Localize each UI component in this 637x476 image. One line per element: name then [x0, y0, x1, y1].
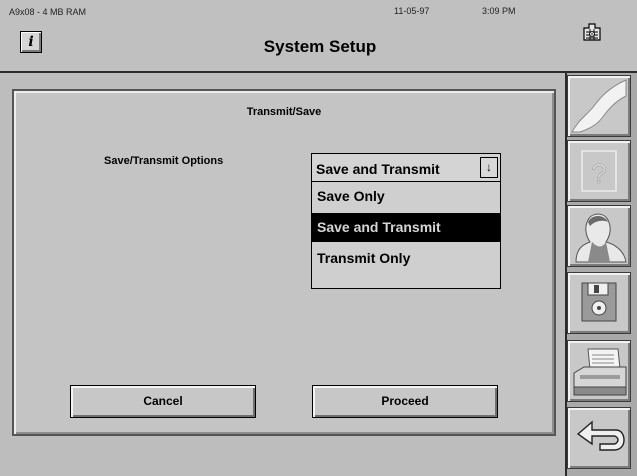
option-transmit-only[interactable]: Transmit Only [312, 244, 500, 273]
floppy-disk-icon [581, 282, 617, 322]
save-transmit-select[interactable]: Save and Transmit ↓ [311, 153, 501, 182]
scroll-icon [571, 79, 627, 133]
time-display: 3:09 PM [482, 6, 516, 16]
option-save-and-transmit[interactable]: Save and Transmit [312, 213, 500, 242]
header-bar [0, 0, 637, 72]
dropdown-list: Save Only Save and Transmit Transmit Onl… [311, 182, 501, 289]
option-label: Save Only [317, 188, 385, 204]
person-icon [575, 213, 627, 263]
dialog-title: Transmit/Save [246, 106, 322, 118]
proceed-button[interactable]: Proceed [312, 385, 498, 418]
cancel-button[interactable]: Cancel [70, 385, 256, 418]
help-button[interactable]: ? [567, 140, 631, 202]
option-label: Save and Transmit [317, 219, 441, 235]
select-value: Save and Transmit [316, 161, 440, 177]
printer-icon [573, 348, 627, 396]
save-disk-button[interactable] [567, 272, 631, 334]
keyboard-icon[interactable] [580, 20, 604, 44]
person-button[interactable] [567, 205, 631, 267]
svg-text:?: ? [591, 158, 607, 189]
info-button[interactable]: i [20, 31, 42, 53]
scroll-button[interactable] [567, 75, 631, 137]
option-save-only[interactable]: Save Only [312, 182, 500, 211]
device-info: A9x08 - 4 MB RAM [9, 7, 87, 17]
transmit-save-dialog: Transmit/Save Save/Transmit Options Save… [12, 89, 556, 436]
back-arrow-icon [576, 420, 625, 451]
page-title: System Setup [263, 37, 377, 56]
date-display: 11-05-97 [394, 6, 430, 16]
help-icon: ? [581, 150, 617, 192]
options-label: Save/Transmit Options [104, 155, 224, 167]
print-button[interactable] [567, 340, 631, 402]
back-button[interactable] [567, 407, 631, 469]
option-label: Transmit Only [317, 250, 411, 266]
dropdown-arrow-icon[interactable]: ↓ [480, 157, 498, 178]
